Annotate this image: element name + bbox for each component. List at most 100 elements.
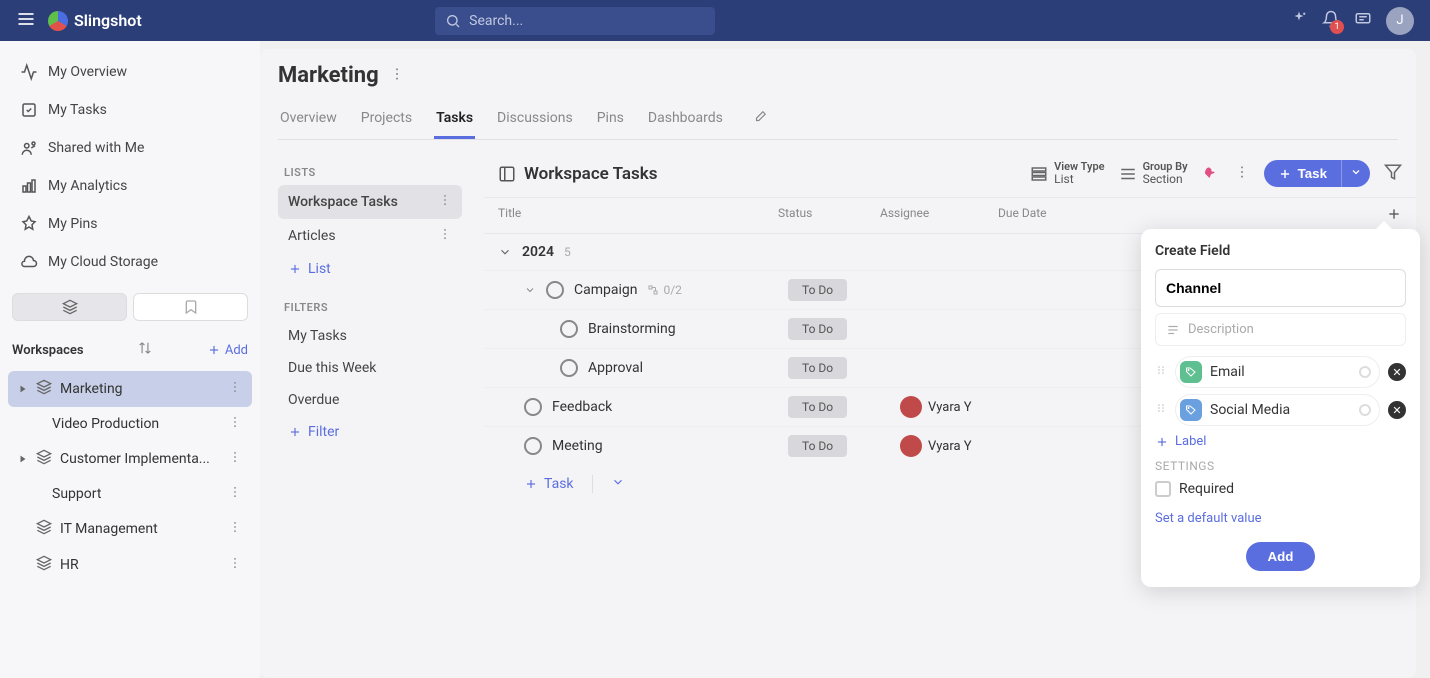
brand-logo[interactable]: Slingshot [48,11,142,31]
remove-option-button[interactable]: ✕ [1388,363,1406,381]
tab-projects[interactable]: Projects [359,102,414,139]
add-task-button[interactable]: Task [524,476,574,492]
filter-item[interactable]: Overdue [278,384,462,416]
task-checkbox[interactable] [560,320,578,338]
workspace-child-item[interactable]: Video Production [8,407,252,441]
edit-tabs-icon[interactable] [745,102,775,139]
sparkle-icon[interactable] [1290,10,1308,32]
option-label: Social Media [1210,402,1290,418]
workspace-label: HR [60,557,79,573]
toolbar-more-icon[interactable] [1234,164,1250,184]
required-checkbox-row[interactable]: Required [1155,481,1406,497]
filter-item-label: My Tasks [288,328,347,344]
col-due: Due Date [998,206,1114,225]
list-item[interactable]: Articles [278,219,462,253]
status-pill[interactable]: To Do [788,357,847,379]
workspace-more-icon[interactable] [228,520,242,538]
workspace-item[interactable]: Customer Implementa... [8,441,252,477]
workspace-more-icon[interactable] [228,556,242,574]
option-pill[interactable]: Email [1175,356,1380,388]
sort-icon[interactable] [138,341,152,359]
set-default-link[interactable]: Set a default value [1155,511,1406,526]
page-more-icon[interactable] [389,66,405,86]
side-nav: My Overview My Tasks Shared with MeMy Anal… [0,41,260,678]
add-task-chevron[interactable] [611,475,625,493]
group-by-selector[interactable]: Group By Section [1119,161,1188,186]
drag-handle-icon[interactable] [1155,402,1167,418]
drag-handle-icon[interactable] [1155,364,1167,380]
list-item[interactable]: Workspace Tasks [278,185,462,219]
nav-item-pin[interactable]: My Pins [8,205,252,243]
nav-item-chart[interactable]: My Analytics [8,167,252,205]
search-input[interactable]: Search... [435,7,715,35]
nav-item-tasks[interactable]: My Tasks [8,91,252,129]
add-label: Add [225,343,248,358]
required-checkbox[interactable] [1155,481,1171,497]
layers-tab[interactable] [12,293,127,321]
workspace-child-item[interactable]: Support [8,477,252,511]
field-name-input[interactable] [1155,269,1406,307]
filter-item[interactable]: Due this Week [278,352,462,384]
top-bar: Slingshot Search... 1 J [0,0,1430,41]
add-option-button[interactable]: Label [1155,434,1406,449]
filter-item[interactable]: My Tasks [278,320,462,352]
workspace-item[interactable]: Marketing [8,371,252,407]
nav-item-activity[interactable]: My Overview [8,53,252,91]
list-more-icon[interactable] [438,193,452,211]
description-placeholder: Description [1188,322,1254,337]
nav-item-label: My Tasks [48,102,107,118]
add-filter-button[interactable]: Filter [278,416,462,448]
menu-icon[interactable] [16,9,36,33]
workspace-more-icon[interactable] [228,415,242,433]
avatar[interactable]: J [1386,7,1414,35]
nav-item-share[interactable]: Shared with Me [8,129,252,167]
status-pill[interactable]: To Do [788,279,847,301]
new-task-button[interactable]: Task [1264,160,1341,187]
filter-item-label: Due this Week [288,360,376,376]
status-pill[interactable]: To Do [788,318,847,340]
status-pill[interactable]: To Do [788,435,847,457]
task-checkbox[interactable] [560,359,578,377]
rocket-icon[interactable] [1202,163,1220,185]
field-description-input[interactable]: Description [1155,313,1406,346]
new-task-chevron[interactable] [1341,160,1370,187]
option-label: Email [1210,364,1245,380]
workspace-item[interactable]: HR [8,547,252,583]
workspace-more-icon[interactable] [228,485,242,503]
lists-panel: LISTS Workspace TasksArticles List FILTE… [270,150,470,678]
bookmark-tab[interactable] [133,293,248,321]
chat-icon[interactable] [1354,10,1372,32]
tab-dashboards[interactable]: Dashboards [646,102,725,139]
assignee-avatar [900,396,922,418]
submit-add-button[interactable]: Add [1246,542,1316,571]
list-item-label: Workspace Tasks [288,194,398,210]
option-color-picker[interactable] [1359,366,1371,378]
remove-option-button[interactable]: ✕ [1388,401,1406,419]
option-color-picker[interactable] [1359,404,1371,416]
tab-pins[interactable]: Pins [595,102,626,139]
list-more-icon[interactable] [438,227,452,245]
logo-mark-icon [48,11,68,31]
tab-discussions[interactable]: Discussions [495,102,575,139]
panel-icon [498,165,516,183]
add-workspace-button[interactable]: Add [207,343,248,358]
tab-overview[interactable]: Overview [278,102,339,139]
workspace-more-icon[interactable] [228,450,242,468]
task-checkbox[interactable] [524,437,542,455]
create-field-popover: Create Field Description Email ✕ Social … [1141,229,1420,587]
workspace-label: Marketing [60,381,123,397]
view-toggle [12,293,248,321]
filter-icon[interactable] [1384,163,1402,185]
nav-item-cloud[interactable]: My Cloud Storage [8,243,252,281]
bell-icon[interactable]: 1 [1322,10,1340,32]
add-list-button[interactable]: List [278,253,462,285]
status-pill[interactable]: To Do [788,396,847,418]
workspace-more-icon[interactable] [228,380,242,398]
task-checkbox[interactable] [546,281,564,299]
task-checkbox[interactable] [524,398,542,416]
workspace-item[interactable]: IT Management [8,511,252,547]
option-pill[interactable]: Social Media [1175,394,1380,426]
notification-badge: 1 [1330,20,1344,34]
tab-tasks[interactable]: Tasks [434,102,475,139]
view-type-selector[interactable]: View Type List [1030,161,1104,186]
